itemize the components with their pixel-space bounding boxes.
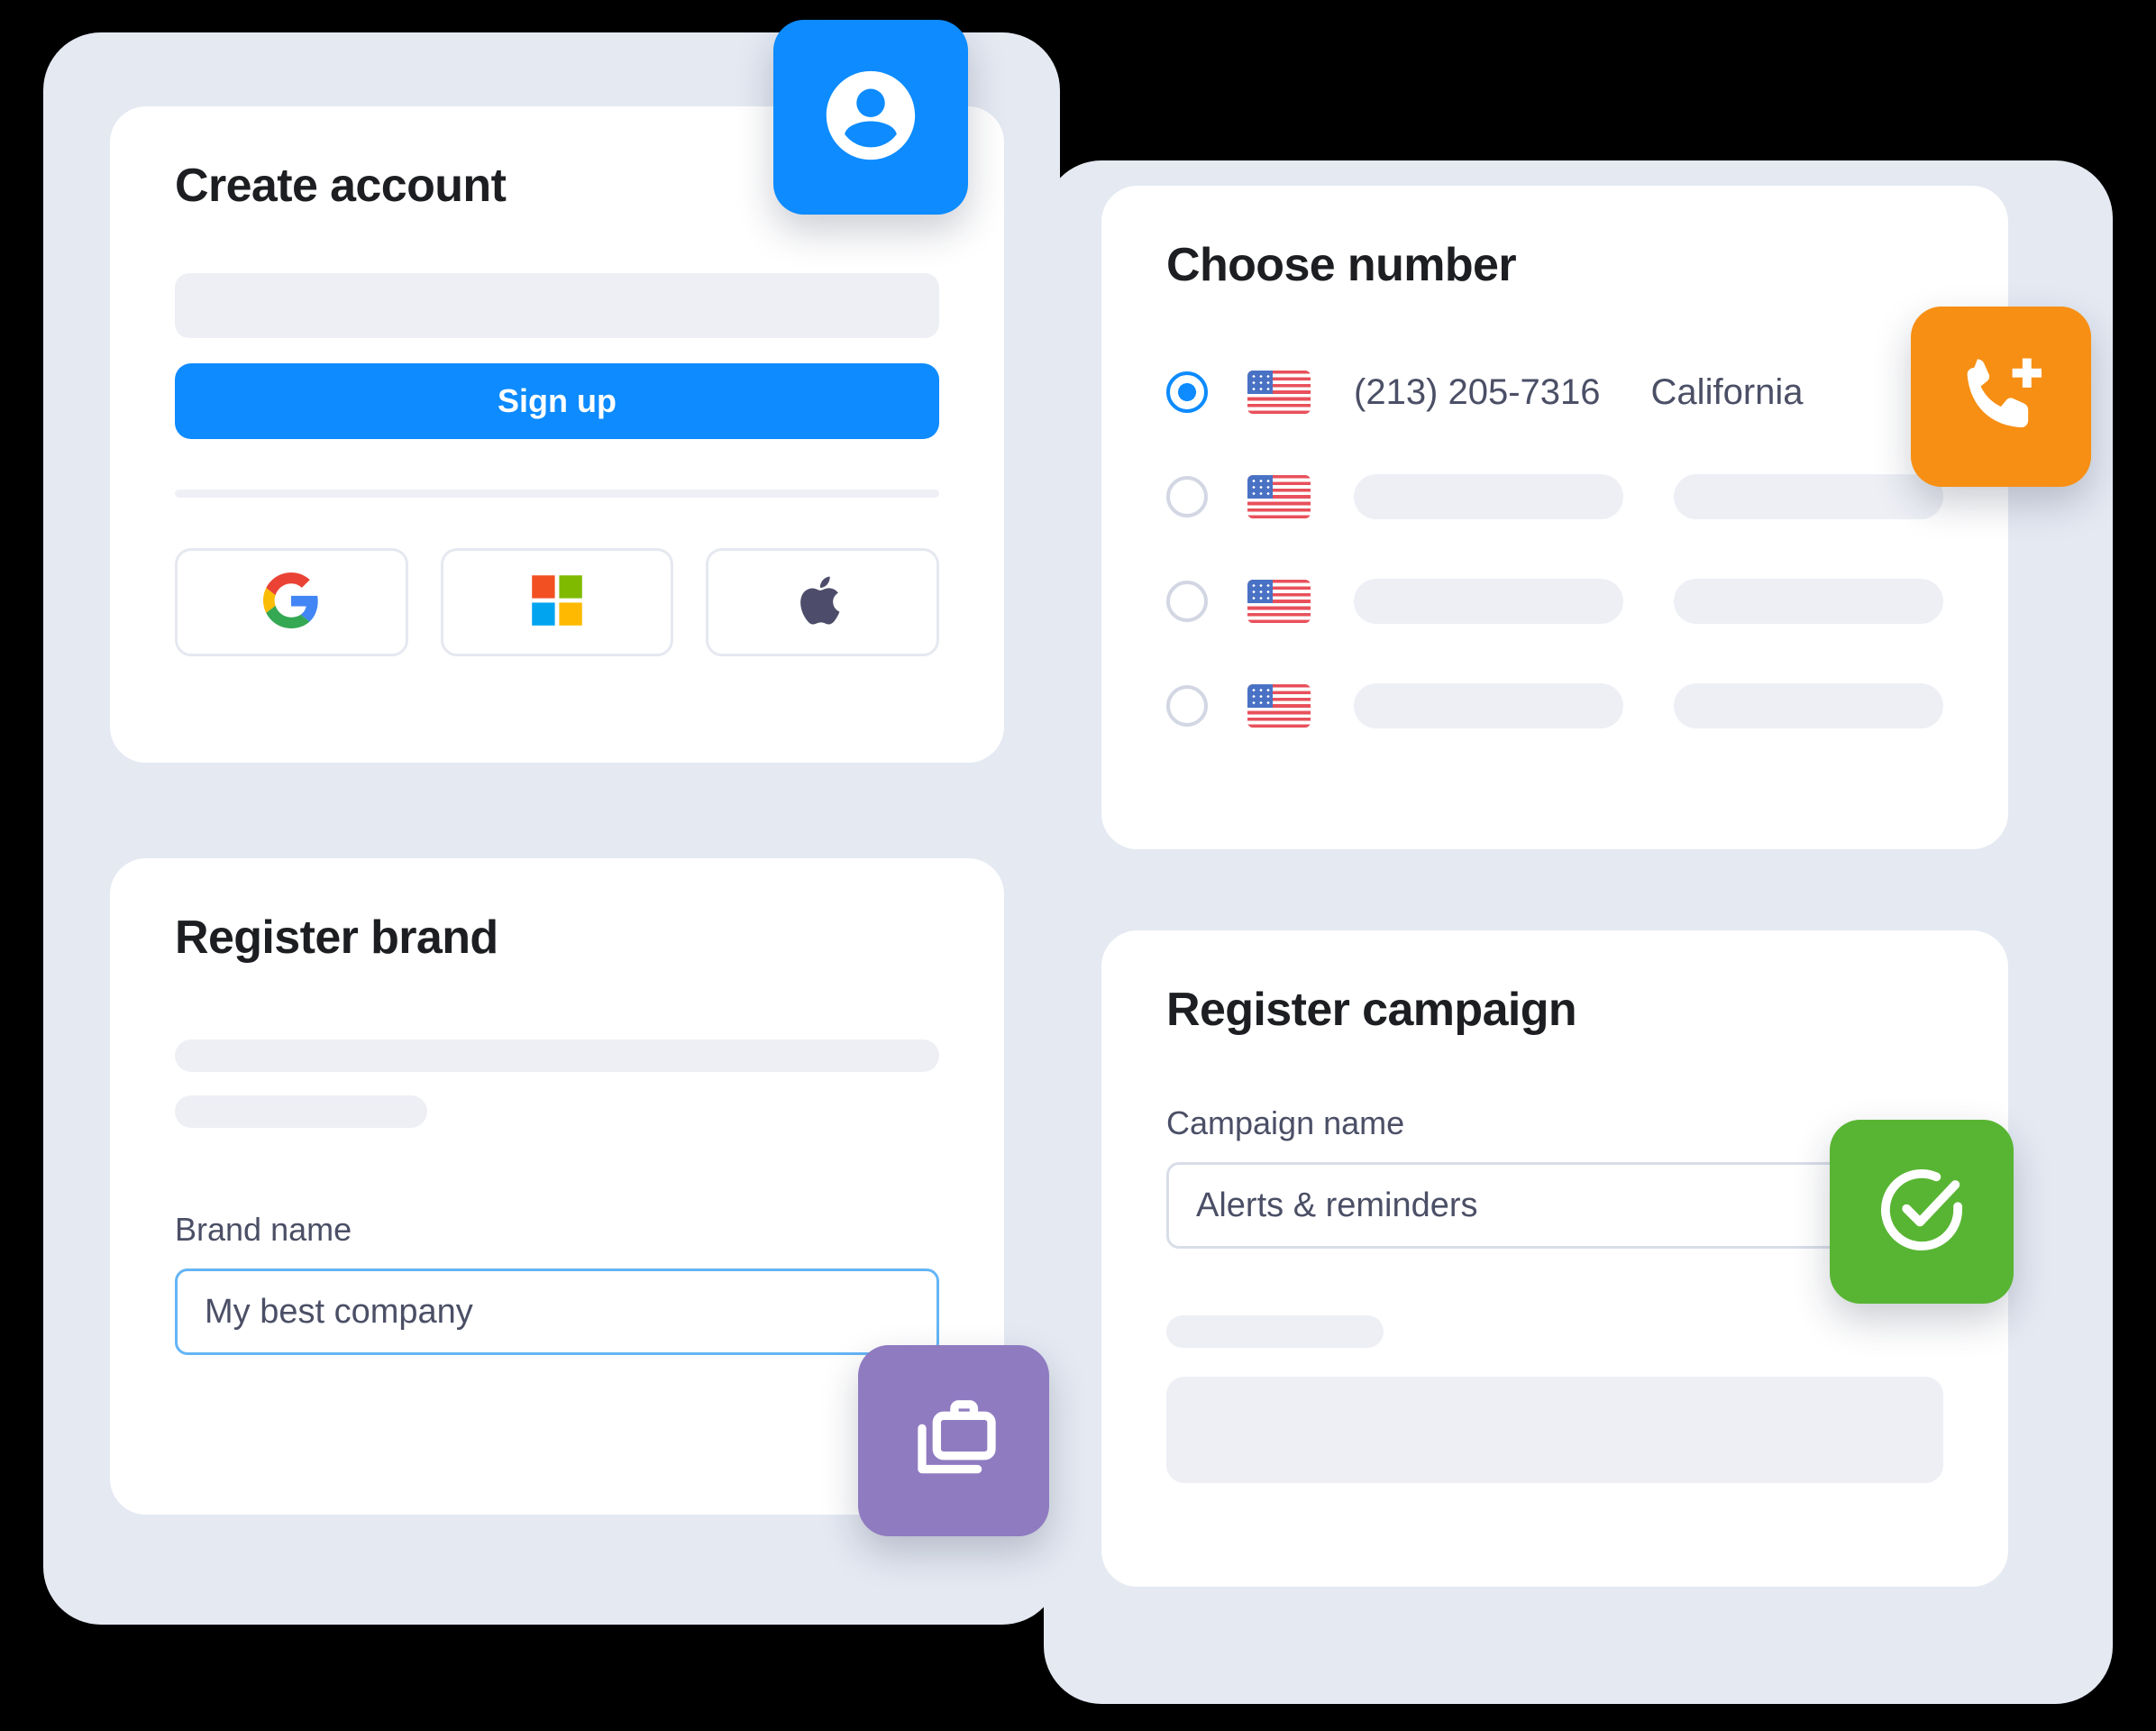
google-sign-in-button[interactable] [175,548,408,657]
apple-sign-in-button[interactable] [706,548,940,657]
phone-number: (213) 205-7316 [1354,371,1601,412]
phone-region-placeholder [1674,683,1943,729]
campaign-name-input[interactable] [1166,1162,1943,1250]
register-campaign-title: Register campaign [1166,984,1577,1036]
divider [175,490,939,499]
number-option-row[interactable] [1166,567,1943,636]
radio-button[interactable] [1166,581,1208,623]
us-flag-icon [1247,475,1311,519]
us-flag-icon [1247,684,1311,728]
number-options-list: (213) 205-7316 California [1166,358,1943,740]
phone-region-placeholder [1674,579,1943,625]
phone-badge [1911,307,2091,487]
campaign-name-label: Campaign name [1166,1104,1405,1142]
illustration-stage: Create account Sign up Choose number (21… [0,0,2156,1731]
campaign-placeholder-label [1166,1315,1384,1349]
briefcase-icon [903,1388,1004,1494]
phone-region-placeholder [1674,474,1943,520]
approved-badge [1830,1120,2014,1304]
us-flag-icon [1247,371,1311,415]
brand-placeholder-line [175,1095,427,1129]
radio-button[interactable] [1166,371,1208,414]
number-option-row[interactable] [1166,672,1943,740]
radio-button[interactable] [1166,476,1208,518]
phone-plus-icon [1952,346,2050,448]
microsoft-icon [531,574,583,631]
brand-placeholder-line [175,1040,939,1073]
brand-badge [858,1345,1049,1536]
phone-number-placeholder [1354,683,1623,729]
number-option-row[interactable] [1166,463,1943,531]
phone-number-placeholder [1354,474,1623,520]
account-badge [773,20,968,215]
email-field[interactable] [175,273,939,339]
radio-button[interactable] [1166,685,1208,728]
microsoft-sign-in-button[interactable] [440,548,674,657]
person-circle-icon [818,62,924,173]
phone-region: California [1650,371,1804,412]
register-brand-title: Register brand [175,911,498,964]
check-circle-icon [1871,1159,1972,1265]
sign-up-button[interactable]: Sign up [175,363,939,440]
campaign-placeholder-field [1166,1377,1943,1484]
social-login-row [175,548,940,657]
google-icon [263,572,319,633]
choose-number-card: Choose number (213) 205-7316 California [1101,186,2008,849]
number-option-row[interactable]: (213) 205-7316 California [1166,358,1943,426]
phone-number-placeholder [1354,579,1623,625]
us-flag-icon [1247,580,1311,624]
brand-name-label: Brand name [175,1211,352,1249]
choose-number-title: Choose number [1166,239,1517,291]
brand-name-input[interactable] [175,1268,939,1356]
apple-icon [798,572,848,633]
